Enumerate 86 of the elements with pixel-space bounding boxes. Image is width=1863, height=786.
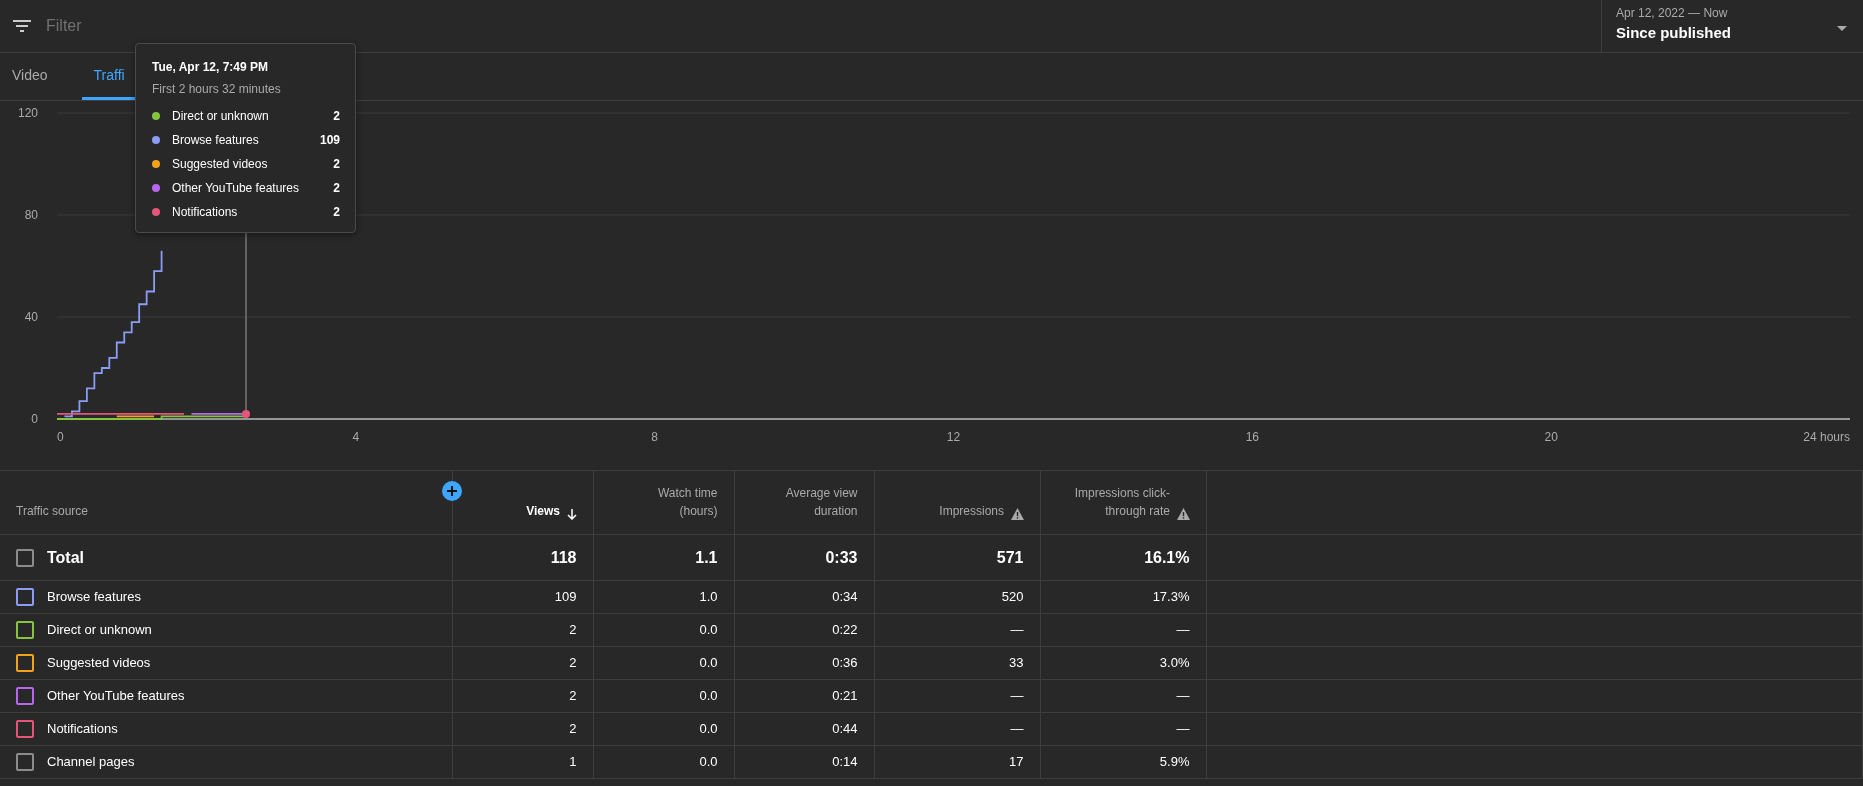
table-cell: 33 [874, 646, 1040, 680]
legend-value: 2 [333, 180, 340, 197]
checkbox[interactable] [16, 720, 34, 738]
table-cell: 17.3% [1040, 580, 1206, 614]
table-cell: 0.0 [593, 613, 734, 647]
data-point [242, 409, 250, 418]
table-cell: 0.0 [593, 745, 734, 779]
tab[interactable]: Video [0, 53, 60, 100]
table-cell: — [874, 679, 1040, 713]
checkbox[interactable] [16, 621, 34, 639]
axis-label: 4 [352, 430, 360, 444]
row-label: Direct or unknown [47, 621, 152, 640]
table-cell: 0.0 [593, 679, 734, 713]
table-cell: — [1040, 613, 1206, 647]
legend-label: Suggested videos [172, 156, 268, 173]
row-label: Browse features [47, 588, 141, 607]
axis-label: 0 [31, 412, 38, 426]
legend-label: Direct or unknown [172, 108, 269, 125]
legend-value: 109 [319, 132, 340, 149]
legend-label: Browse features [172, 132, 259, 149]
column-header[interactable]: Traffic source [16, 502, 89, 520]
row-label: Other YouTube features [47, 687, 185, 706]
row-label: Suggested videos [47, 654, 151, 673]
filter-field[interactable]: Filter [44, 13, 644, 39]
axis-label: 80 [24, 208, 38, 222]
table-cell: 520 [874, 580, 1040, 614]
table-cell: 0:33 [734, 534, 874, 581]
legend-label: Other YouTube features [172, 180, 299, 197]
table-cell: 571 [874, 534, 1040, 581]
table-cell: 109 [452, 580, 593, 614]
column-header[interactable]: Impressions [939, 502, 1004, 520]
table-cell: 0:44 [734, 712, 874, 746]
table-cell: 2 [452, 646, 593, 680]
checkbox[interactable] [16, 687, 34, 705]
table-cell: — [1040, 712, 1206, 746]
axis-label: 0 [57, 430, 64, 444]
checkbox[interactable] [16, 654, 34, 672]
period-label: Since published [1616, 23, 1733, 43]
axis-label: 16 [1245, 430, 1259, 444]
table-cell: 16.1% [1040, 534, 1206, 581]
add-column-button[interactable] [441, 481, 462, 501]
axis-label: 120 [17, 106, 38, 120]
checkbox[interactable] [16, 548, 34, 567]
warning-icon [1176, 508, 1190, 520]
date-range-text: Apr 12, 2022 — Now [1616, 5, 1729, 22]
table-cell: 0:34 [734, 580, 874, 614]
table-cell: 5.9% [1040, 745, 1206, 779]
table-cell: 0.0 [593, 712, 734, 746]
table-cell: 1.0 [593, 580, 734, 614]
column-header[interactable]: Views [526, 502, 560, 520]
table-cell: 0:36 [734, 646, 874, 680]
table-cell: 1 [452, 745, 593, 779]
total-label: Total [47, 547, 85, 568]
table-cell: — [874, 712, 1040, 746]
checkbox[interactable] [16, 753, 34, 771]
table-cell: 2 [452, 712, 593, 746]
axis-label: 24 hours [1803, 430, 1850, 444]
row-label: Channel pages [47, 753, 135, 772]
date-range-dropdown[interactable]: Apr 12, 2022 — Now Since published [1601, 0, 1863, 52]
table-cell: — [1040, 679, 1206, 713]
table-cell: 2 [452, 679, 593, 713]
table-cell: 0:21 [734, 679, 874, 713]
table-cell: 2 [452, 613, 593, 647]
table-cell: 0:14 [734, 745, 874, 779]
legend-value: 2 [333, 108, 340, 125]
axis-label: 8 [651, 430, 658, 444]
axis-label: 40 [24, 310, 38, 324]
axis-label: 12 [946, 430, 961, 444]
row-label: Notifications [47, 720, 118, 739]
sort-arrow-icon [566, 509, 577, 520]
table-cell: 0:22 [734, 613, 874, 647]
warning-icon [1010, 508, 1024, 520]
table-cell: 0.0 [593, 646, 734, 680]
table-cell: 118 [452, 534, 593, 581]
table-cell: — [874, 613, 1040, 647]
table-cell: 1.1 [593, 534, 734, 581]
legend-value: 2 [333, 204, 340, 221]
checkbox[interactable] [16, 588, 34, 606]
filter-icon[interactable] [13, 19, 31, 33]
plus-icon [446, 486, 457, 496]
legend-label: Notifications [172, 204, 238, 221]
legend-value: 2 [333, 156, 340, 173]
axis-label: 20 [1544, 430, 1558, 444]
table-cell: 17 [874, 745, 1040, 779]
caret-icon [1837, 25, 1847, 31]
table-cell: 3.0% [1040, 646, 1206, 680]
